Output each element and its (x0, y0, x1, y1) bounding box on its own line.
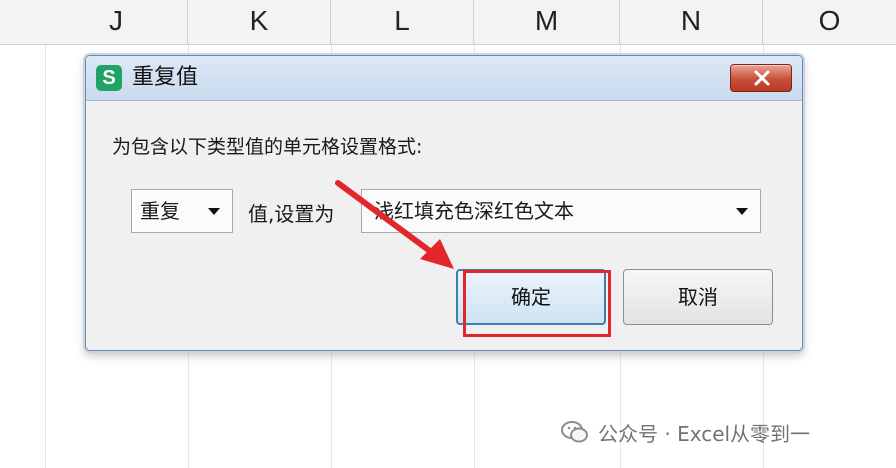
column-header-bar: J K L M N O (0, 0, 896, 45)
duplicate-type-value: 重复 (140, 199, 180, 223)
close-icon (754, 70, 770, 86)
close-button[interactable] (730, 64, 792, 92)
dialog-title: 重复值 (132, 65, 199, 90)
annotation-highlight-box (463, 270, 611, 337)
cancel-button[interactable]: 取消 (623, 269, 773, 325)
annotation-arrow (335, 180, 454, 269)
dialog-titlebar[interactable]: S 重复值 (86, 56, 802, 101)
duplicate-type-select[interactable]: 重复 (131, 189, 233, 233)
chevron-down-icon (736, 208, 748, 215)
column-header-l[interactable]: L (331, 0, 474, 44)
column-header-k[interactable]: K (188, 0, 331, 44)
dialog-prompt: 为包含以下类型值的单元格设置格式: (112, 136, 423, 158)
watermark-text: 公众号 · Excel从零到一 (598, 421, 811, 446)
column-header-j[interactable]: J (45, 0, 188, 44)
set-as-label: 值,设置为 (248, 202, 335, 226)
wechat-icon (561, 421, 588, 443)
chevron-down-icon (208, 208, 220, 215)
column-header-n[interactable]: N (620, 0, 763, 44)
grid-line (45, 45, 46, 468)
column-header-m[interactable]: M (474, 0, 620, 44)
watermark: 公众号 · Excel从零到一 (560, 412, 810, 452)
wps-app-icon: S (96, 65, 122, 91)
column-header-o[interactable]: O (763, 0, 896, 44)
